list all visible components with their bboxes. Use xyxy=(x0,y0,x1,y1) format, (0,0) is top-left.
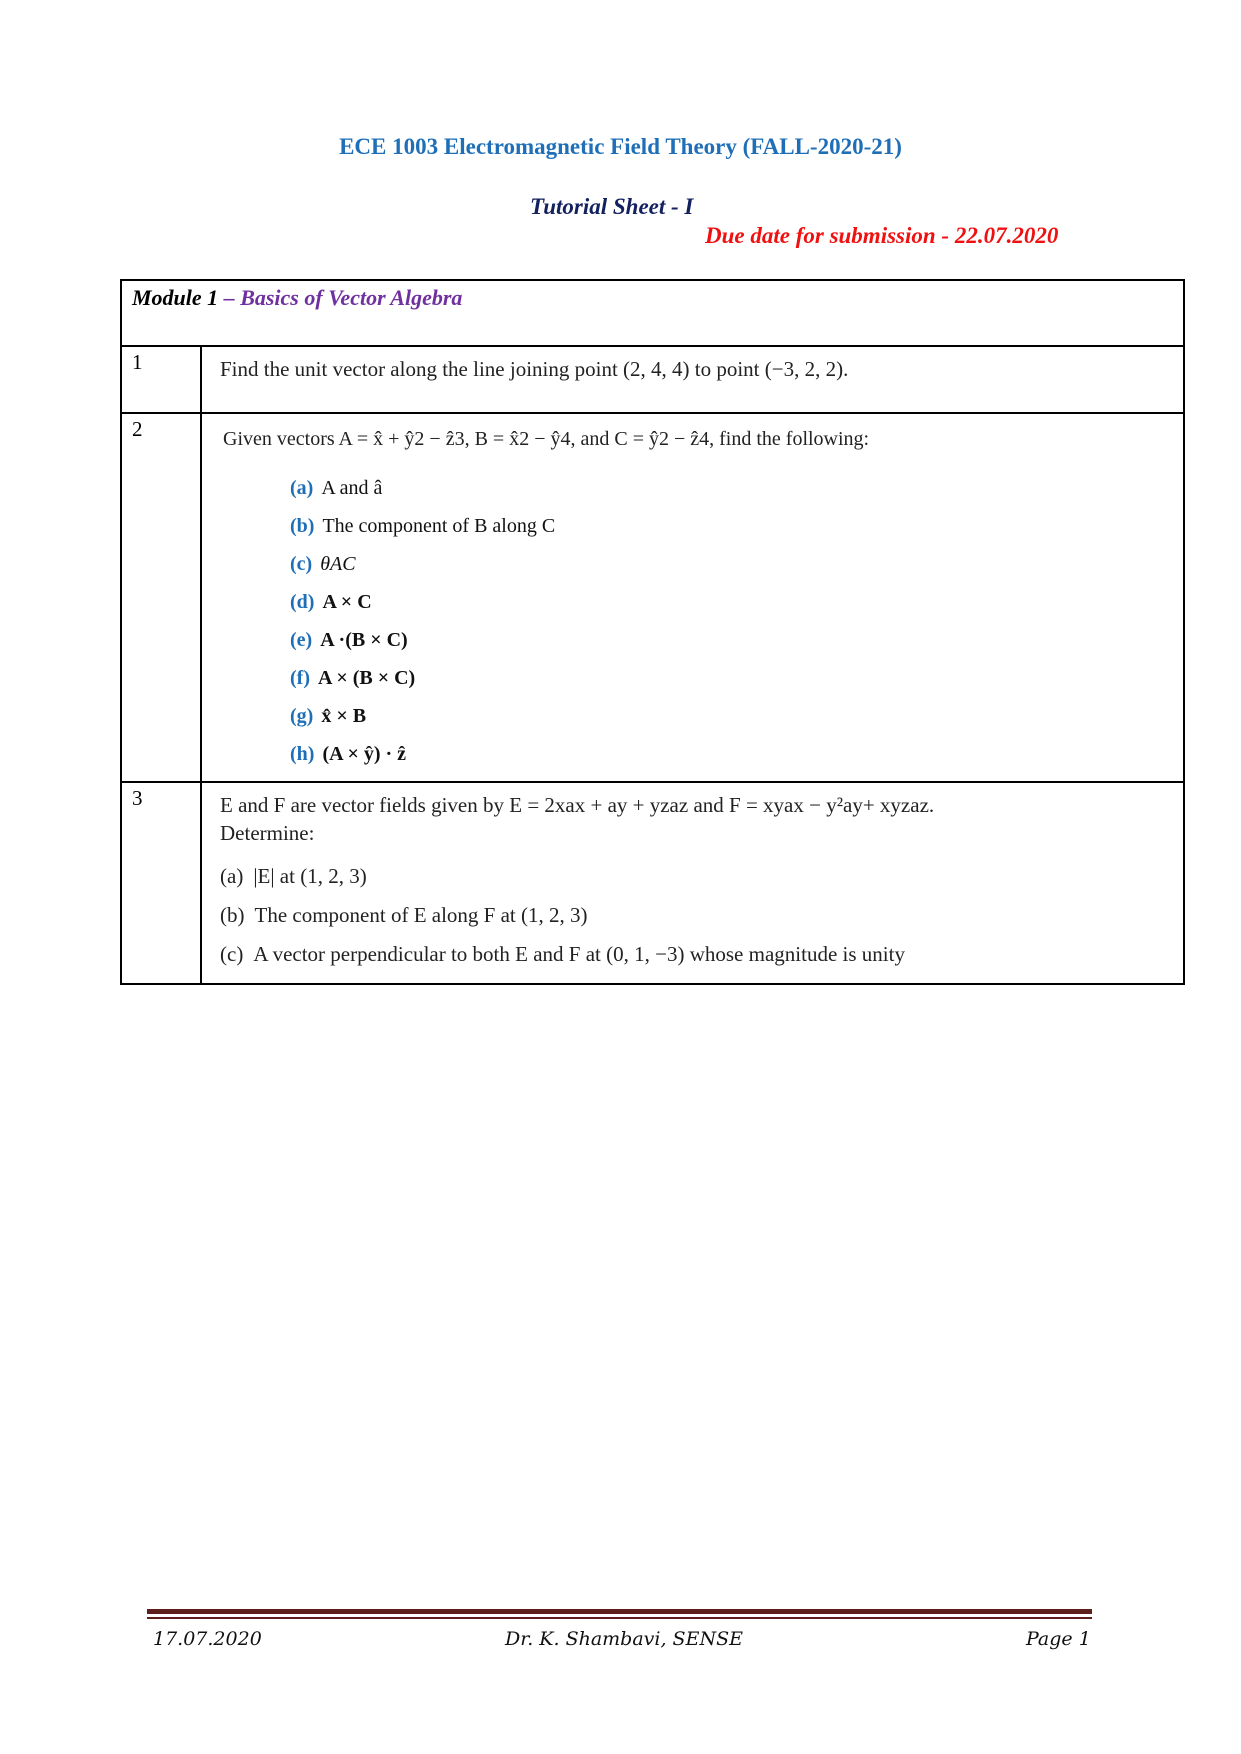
part-text: |E| at (1, 2, 3) xyxy=(253,864,367,888)
question-cell: E and F are vector fields given by E = 2… xyxy=(200,781,1185,985)
question-number: 1 xyxy=(120,345,202,414)
question-parts: (a) A and â (b) The component of B along C… xyxy=(290,469,1165,773)
part-label: (f) xyxy=(290,667,310,689)
question-cell: Given vectors A = x̂ + ŷ2 − ẑ3, B = x̂2 … xyxy=(200,412,1185,783)
question-subtext: Determine: xyxy=(220,821,315,845)
part-label: (e) xyxy=(290,629,313,651)
part-label: (d) xyxy=(290,591,315,613)
question-part: (b) The component of B along C xyxy=(290,507,1165,545)
part-label: (h) xyxy=(290,743,315,765)
question-part: (f) A × (B × C) xyxy=(290,659,1165,697)
question-number: 2 xyxy=(120,412,202,783)
part-text: A ·(B × C) xyxy=(320,629,408,651)
footer-divider-thin xyxy=(147,1617,1092,1619)
part-label: (c) xyxy=(220,942,244,966)
footer-page-number: Page 1 xyxy=(1026,1628,1091,1650)
question-row: 3 E and F are vector fields given by E =… xyxy=(120,781,1185,985)
question-part: (b) The component of E along F at (1, 2, … xyxy=(220,896,1165,935)
module-row: Module 1 – Basics of Vector Algebra xyxy=(120,279,1185,347)
question-text: E and F are vector fields given by E = 2… xyxy=(220,793,935,817)
question-text: Given vectors A = x̂ + ŷ2 − ẑ3, B = x̂2 … xyxy=(223,428,870,450)
course-title: ECE 1003 Electromagnetic Field Theory (F… xyxy=(339,134,902,159)
question-part: (h) (A × ŷ) · ẑ xyxy=(290,735,1165,773)
tutorial-table: Module 1 – Basics of Vector Algebra 1 Fi… xyxy=(120,279,1185,985)
part-text: θAC xyxy=(320,553,356,575)
question-part: (a) A and â xyxy=(290,469,1165,507)
part-label: (c) xyxy=(290,553,313,575)
part-label: (b) xyxy=(220,903,245,927)
question-text: Find the unit vector along the line join… xyxy=(220,357,849,381)
question-cell: Find the unit vector along the line join… xyxy=(200,345,1185,414)
footer-author: Dr. K. Shambavi, SENSE xyxy=(505,1628,743,1650)
question-row: 2 Given vectors A = x̂ + ŷ2 − ẑ3, B = x̂… xyxy=(120,412,1185,783)
question-part: (c) θAC xyxy=(290,545,1165,583)
module-header-cell: Module 1 – Basics of Vector Algebra xyxy=(120,279,1185,347)
part-label: (a) xyxy=(290,477,314,499)
module-topic: – Basics of Vector Algebra xyxy=(218,285,463,310)
part-text: A and â xyxy=(321,477,383,499)
footer-divider-thick xyxy=(147,1609,1092,1614)
part-text: A × (B × C) xyxy=(317,667,416,689)
question-parts: (a) |E| at (1, 2, 3) (b) The component of … xyxy=(220,857,1165,974)
due-date: Due date for submission - 22.07.2020 xyxy=(705,223,1059,248)
question-part: (e) A ·(B × C) xyxy=(290,621,1165,659)
part-text: The component of B along C xyxy=(322,515,556,537)
question-row: 1 Find the unit vector along the line jo… xyxy=(120,345,1185,414)
part-label: (b) xyxy=(290,515,315,537)
part-text: A × C xyxy=(322,591,372,613)
part-label: (g) xyxy=(290,705,314,727)
part-text: x̂ × B xyxy=(321,705,367,727)
part-text: (A × ŷ) · ẑ xyxy=(322,743,407,765)
question-part: (d) A × C xyxy=(290,583,1165,621)
sheet-title: Tutorial Sheet - I xyxy=(530,194,694,219)
part-text: A vector perpendicular to both E and F a… xyxy=(253,942,905,966)
question-part: (a) |E| at (1, 2, 3) xyxy=(220,857,1165,896)
module-label: Module 1 xyxy=(132,285,219,310)
question-part: (g) x̂ × B xyxy=(290,697,1165,735)
footer-date: 17.07.2020 xyxy=(153,1628,262,1650)
part-label: (a) xyxy=(220,864,244,888)
question-part: (c) A vector perpendicular to both E and … xyxy=(220,935,1165,974)
part-text: The component of E along F at (1, 2, 3) xyxy=(254,903,588,927)
question-number: 3 xyxy=(120,781,202,985)
